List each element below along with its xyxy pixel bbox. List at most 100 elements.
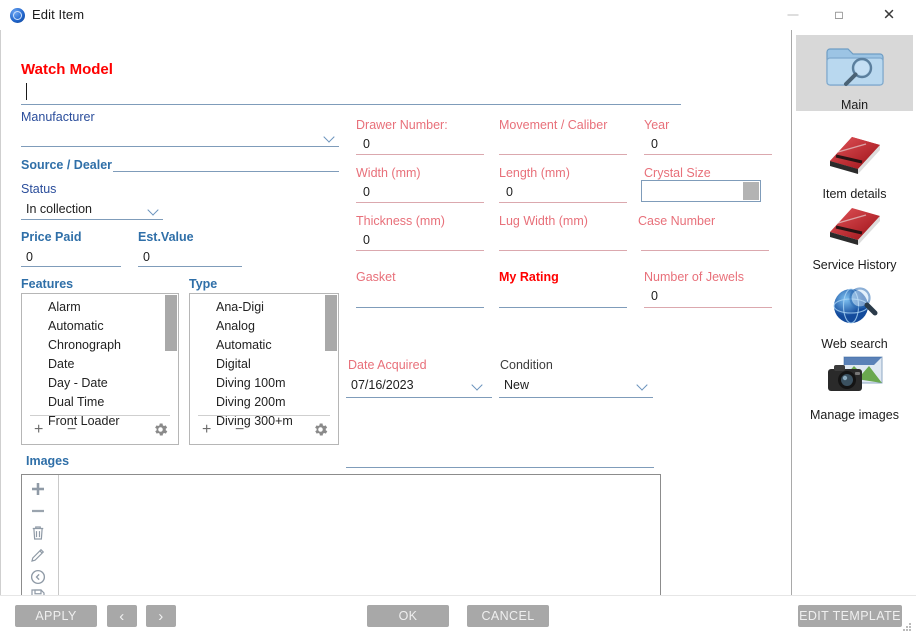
type-list-item[interactable]: Diving 200m bbox=[190, 393, 338, 412]
price-paid-underline bbox=[21, 266, 121, 267]
condition-value[interactable]: New bbox=[504, 378, 529, 392]
sidebar-item-main[interactable]: Main bbox=[796, 35, 913, 112]
length-underline bbox=[499, 202, 627, 203]
crystal-size-label: Crystal Size bbox=[644, 166, 711, 180]
sidebar-item-main-label: Main bbox=[840, 98, 869, 112]
type-gear-icon[interactable] bbox=[312, 421, 329, 443]
sidebar-item-service-history-label: Service History bbox=[812, 258, 897, 272]
type-listbox[interactable]: Ana-Digi Analog Automatic Digital Diving 100… bbox=[189, 293, 339, 445]
sidebar-item-item-details[interactable]: Item details bbox=[796, 126, 913, 202]
images-back-icon[interactable] bbox=[29, 568, 49, 588]
type-scrollbar-thumb[interactable] bbox=[325, 295, 337, 351]
images-toolbar bbox=[22, 475, 59, 603]
edit-item-window: Edit Item □ ✕ Watch Model Manufacturer S… bbox=[0, 0, 916, 635]
features-list-item[interactable]: Date bbox=[22, 355, 178, 374]
images-edit-icon[interactable] bbox=[29, 546, 49, 566]
images-remove-icon[interactable] bbox=[29, 502, 49, 522]
features-scrollbar-thumb[interactable] bbox=[165, 295, 177, 351]
condition-underline bbox=[499, 397, 653, 398]
features-list-item[interactable]: Automatic bbox=[22, 317, 178, 336]
type-toolbar: + − bbox=[190, 417, 338, 443]
type-list-item[interactable]: Ana-Digi bbox=[190, 298, 338, 317]
crystal-size-combobox[interactable] bbox=[641, 180, 761, 202]
type-list-item[interactable]: Digital bbox=[190, 355, 338, 374]
app-icon bbox=[10, 8, 25, 23]
maximize-icon: □ bbox=[835, 8, 843, 22]
width-input[interactable]: 0 bbox=[363, 185, 370, 199]
est-value-label: Est.Value bbox=[138, 230, 194, 244]
globe-search-icon bbox=[796, 280, 913, 335]
cancel-button[interactable]: CANCEL bbox=[467, 605, 549, 627]
thickness-label: Thickness (mm) bbox=[356, 214, 445, 228]
features-remove-icon[interactable]: − bbox=[67, 417, 76, 443]
number-of-jewels-label: Number of Jewels bbox=[644, 270, 745, 284]
type-list-item[interactable]: Analog bbox=[190, 317, 338, 336]
type-item-list[interactable]: Ana-Digi Analog Automatic Digital Diving 100… bbox=[190, 298, 338, 431]
est-value-underline bbox=[138, 266, 242, 267]
maximize-button[interactable]: □ bbox=[816, 0, 862, 30]
my-rating-label: My Rating bbox=[499, 270, 559, 284]
length-input[interactable]: 0 bbox=[506, 185, 513, 199]
est-value-input[interactable]: 0 bbox=[143, 250, 150, 264]
status-label: Status bbox=[21, 182, 57, 196]
drawer-number-underline bbox=[356, 154, 484, 155]
images-label: Images bbox=[26, 454, 70, 468]
features-list-item[interactable]: Day - Date bbox=[22, 374, 178, 393]
notes-field-underline[interactable] bbox=[346, 467, 654, 468]
crystal-size-dropdown-button[interactable] bbox=[743, 182, 759, 200]
images-trash-icon[interactable] bbox=[29, 524, 49, 544]
next-button[interactable]: › bbox=[146, 605, 176, 627]
type-list-item[interactable]: Automatic bbox=[190, 336, 338, 355]
status-chevron-down-icon[interactable] bbox=[149, 205, 161, 217]
manufacturer-underline bbox=[21, 146, 339, 147]
case-number-label: Case Number bbox=[638, 214, 716, 228]
type-list-item[interactable]: Diving 100m bbox=[190, 374, 338, 393]
case-number-underline bbox=[641, 250, 769, 251]
resize-grip[interactable] bbox=[902, 622, 912, 632]
year-input[interactable]: 0 bbox=[651, 137, 658, 151]
thickness-underline bbox=[356, 250, 484, 251]
date-acquired-chevron-down-icon[interactable] bbox=[473, 380, 485, 392]
type-add-icon[interactable]: + bbox=[202, 417, 211, 443]
features-item-list[interactable]: Alarm Automatic Chronograph Date Day - Date D… bbox=[22, 298, 178, 431]
manufacturer-chevron-down-icon[interactable] bbox=[325, 132, 337, 144]
images-add-icon[interactable] bbox=[29, 480, 49, 500]
features-toolbar: + − bbox=[22, 417, 178, 443]
ok-button[interactable]: OK bbox=[367, 605, 449, 627]
minimize-button[interactable] bbox=[770, 0, 816, 30]
features-list-item[interactable]: Alarm bbox=[22, 298, 178, 317]
price-paid-input[interactable]: 0 bbox=[26, 250, 33, 264]
camera-photo-icon bbox=[796, 351, 913, 406]
apply-button[interactable]: APPLY bbox=[15, 605, 97, 627]
features-add-icon[interactable]: + bbox=[34, 417, 43, 443]
gasket-label: Gasket bbox=[356, 270, 396, 284]
features-list-item[interactable]: Chronograph bbox=[22, 336, 178, 355]
features-list-item[interactable]: Dual Time bbox=[22, 393, 178, 412]
thickness-input[interactable]: 0 bbox=[363, 233, 370, 247]
features-listbox[interactable]: Alarm Automatic Chronograph Date Day - Date D… bbox=[21, 293, 179, 445]
length-label: Length (mm) bbox=[499, 166, 570, 180]
number-of-jewels-input[interactable]: 0 bbox=[651, 289, 658, 303]
number-of-jewels-underline bbox=[644, 307, 772, 308]
condition-chevron-down-icon[interactable] bbox=[638, 380, 650, 392]
movement-caliber-underline bbox=[499, 154, 627, 155]
type-remove-icon[interactable]: − bbox=[235, 417, 244, 443]
sidebar-item-service-history[interactable]: Service History bbox=[796, 197, 913, 273]
sidebar-item-manage-images[interactable]: Manage images bbox=[796, 347, 913, 423]
edit-template-button[interactable]: EDIT TEMPLATE bbox=[798, 605, 902, 627]
text-caret bbox=[26, 83, 27, 100]
title-bar: Edit Item □ ✕ bbox=[0, 0, 916, 30]
sidebar-item-web-search[interactable]: Web search bbox=[796, 276, 913, 352]
features-label: Features bbox=[21, 277, 74, 291]
close-button[interactable]: ✕ bbox=[866, 0, 912, 30]
movement-caliber-label: Movement / Caliber bbox=[499, 118, 608, 132]
images-panel[interactable] bbox=[21, 474, 661, 603]
status-value[interactable]: In collection bbox=[26, 202, 92, 216]
features-gear-icon[interactable] bbox=[152, 421, 169, 443]
watch-model-underline bbox=[21, 104, 681, 105]
drawer-number-input[interactable]: 0 bbox=[363, 137, 370, 151]
date-acquired-value[interactable]: 07/16/2023 bbox=[351, 378, 414, 392]
year-label: Year bbox=[644, 118, 670, 132]
previous-button[interactable]: ‹ bbox=[107, 605, 137, 627]
price-paid-label: Price Paid bbox=[21, 230, 82, 244]
